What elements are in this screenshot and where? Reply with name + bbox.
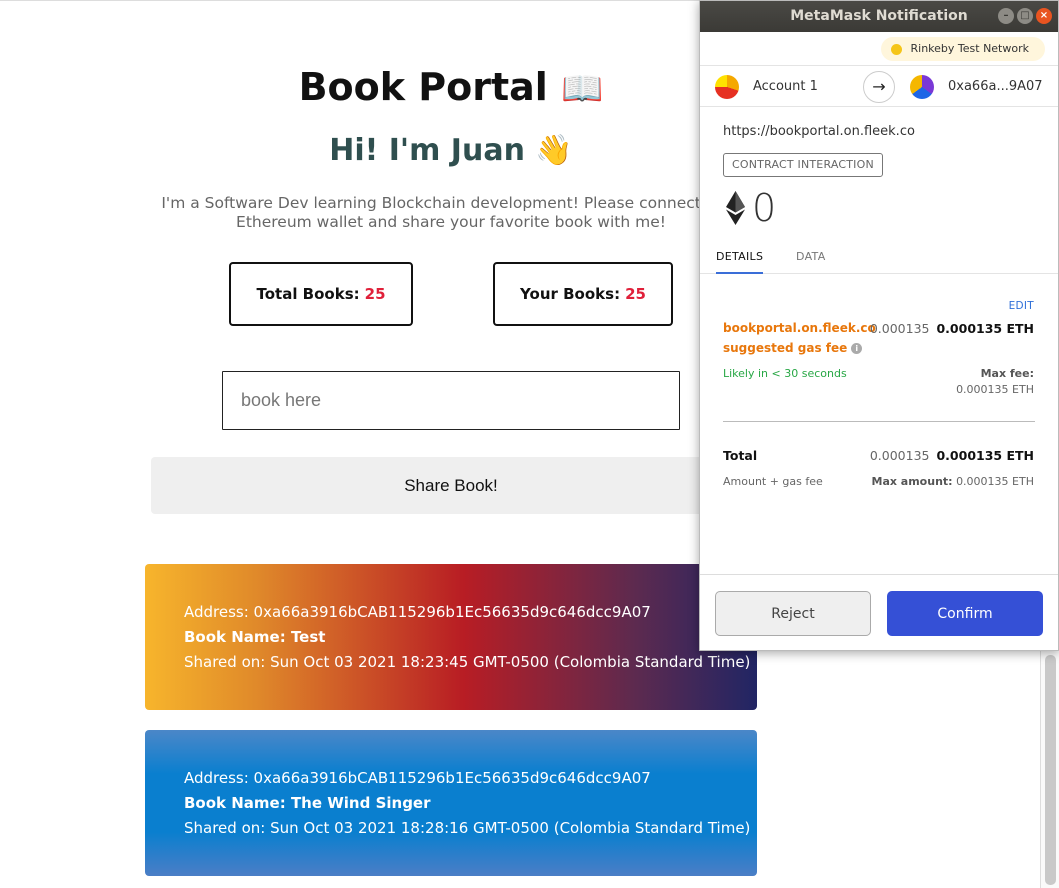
to-account-avatar [910,75,934,99]
book-name: Book Name: Test [184,628,326,646]
scrollbar-thumb[interactable] [1045,655,1056,885]
your-books-stat: Your Books: 25 [493,262,673,326]
max-amount: Max amount: 0.000135 ETH [872,475,1035,488]
book-shared-date: Shared on: Sun Oct 03 2021 18:28:16 GMT-… [184,819,751,837]
gas-fee-values: 0.000135 0.000135 ETH [870,321,1034,336]
confirmation-time-estimate: Likely in < 30 seconds [723,367,847,380]
total-books-value: 25 [364,285,386,303]
total-eth-value: 0.000135 ETH [936,448,1034,463]
greeting-text: Hi! I'm Juan [329,133,525,168]
metamask-notification-window: MetaMask Notification – □ × Rinkeby Test… [699,0,1059,651]
gas-fee-eth-value: 0.000135 ETH [936,321,1034,336]
total-value: 0.000135 [869,448,930,463]
tab-data[interactable]: DATA [796,250,826,263]
window-title: MetaMask Notification [790,8,968,24]
book-card: Address: 0xa66a3916bCAB115296b1Ec56635d9… [145,564,757,710]
network-name: Rinkeby Test Network [910,42,1030,55]
reject-button[interactable]: Reject [715,591,871,636]
your-books-label: Your Books: [520,285,621,303]
contract-interaction-badge: CONTRACT INTERACTION [723,153,883,177]
edit-gas-link[interactable]: EDIT [1009,300,1034,312]
waving-hand-icon: 👋 [535,133,573,168]
total-label: Total [723,448,758,463]
book-input[interactable] [222,371,680,430]
ethereum-icon [726,191,745,225]
account-transfer-row: Account 1 → 0xa66a...9A07 [700,65,1058,107]
action-footer: Reject Confirm [700,574,1058,650]
suggested-gas-fee-text: suggested gas fee [723,341,848,355]
detail-tabs: DETAILS DATA [700,241,1058,274]
confirm-button[interactable]: Confirm [887,591,1043,636]
book-address: Address: 0xa66a3916bCAB115296b1Ec56635d9… [184,769,651,787]
network-selector[interactable]: Rinkeby Test Network [880,37,1045,61]
share-book-button[interactable]: Share Book! [151,457,751,514]
page-title-text: Book Portal [298,65,548,109]
page-scrollbar[interactable] [1040,649,1059,888]
total-values: 0.000135 0.000135 ETH [870,448,1034,463]
info-icon[interactable]: i [851,343,863,354]
from-account-avatar [715,75,739,99]
gas-fee-value: 0.000135 [869,321,930,336]
total-books-label: Total Books: [256,285,360,303]
amount-plus-gas-label: Amount + gas fee [723,475,823,488]
tab-details[interactable]: DETAILS [716,250,764,274]
arrow-right-icon: → [863,71,895,103]
window-titlebar[interactable]: MetaMask Notification – □ × [700,1,1058,32]
maximize-icon[interactable]: □ [1017,8,1033,24]
book-shared-date: Shared on: Sun Oct 03 2021 18:23:45 GMT-… [184,653,751,671]
to-account-address[interactable]: 0xa66a...9A07 [948,79,1043,94]
your-books-value: 25 [625,285,646,303]
network-status-dot-icon [890,44,902,55]
transaction-amount: 0 [726,184,776,232]
network-row: Rinkeby Test Network [700,32,1058,65]
max-fee-label: Max fee: [980,367,1034,380]
max-amount-label: Max amount: [871,475,953,488]
max-amount-value: 0.000135 ETH [956,475,1034,488]
book-name: Book Name: The Wind Singer [184,794,431,812]
max-fee-value: 0.000135 ETH [956,383,1034,396]
book-address: Address: 0xa66a3916bCAB115296b1Ec56635d9… [184,603,651,621]
gas-origin: bookportal.on.fleek.co [723,321,876,335]
book-emoji-icon: 📖 [561,69,604,109]
close-icon[interactable]: × [1036,8,1052,24]
total-books-stat: Total Books: 25 [229,262,413,326]
amount-value: 0 [752,186,777,230]
suggested-gas-fee-label: suggested gas fee i [723,341,863,355]
minimize-icon[interactable]: – [998,8,1014,24]
divider [723,421,1035,422]
from-account-name[interactable]: Account 1 [753,79,818,94]
window-controls: – □ × [998,8,1052,24]
transaction-origin: https://bookportal.on.fleek.co [723,124,915,139]
book-card: Address: 0xa66a3916bCAB115296b1Ec56635d9… [145,730,757,876]
